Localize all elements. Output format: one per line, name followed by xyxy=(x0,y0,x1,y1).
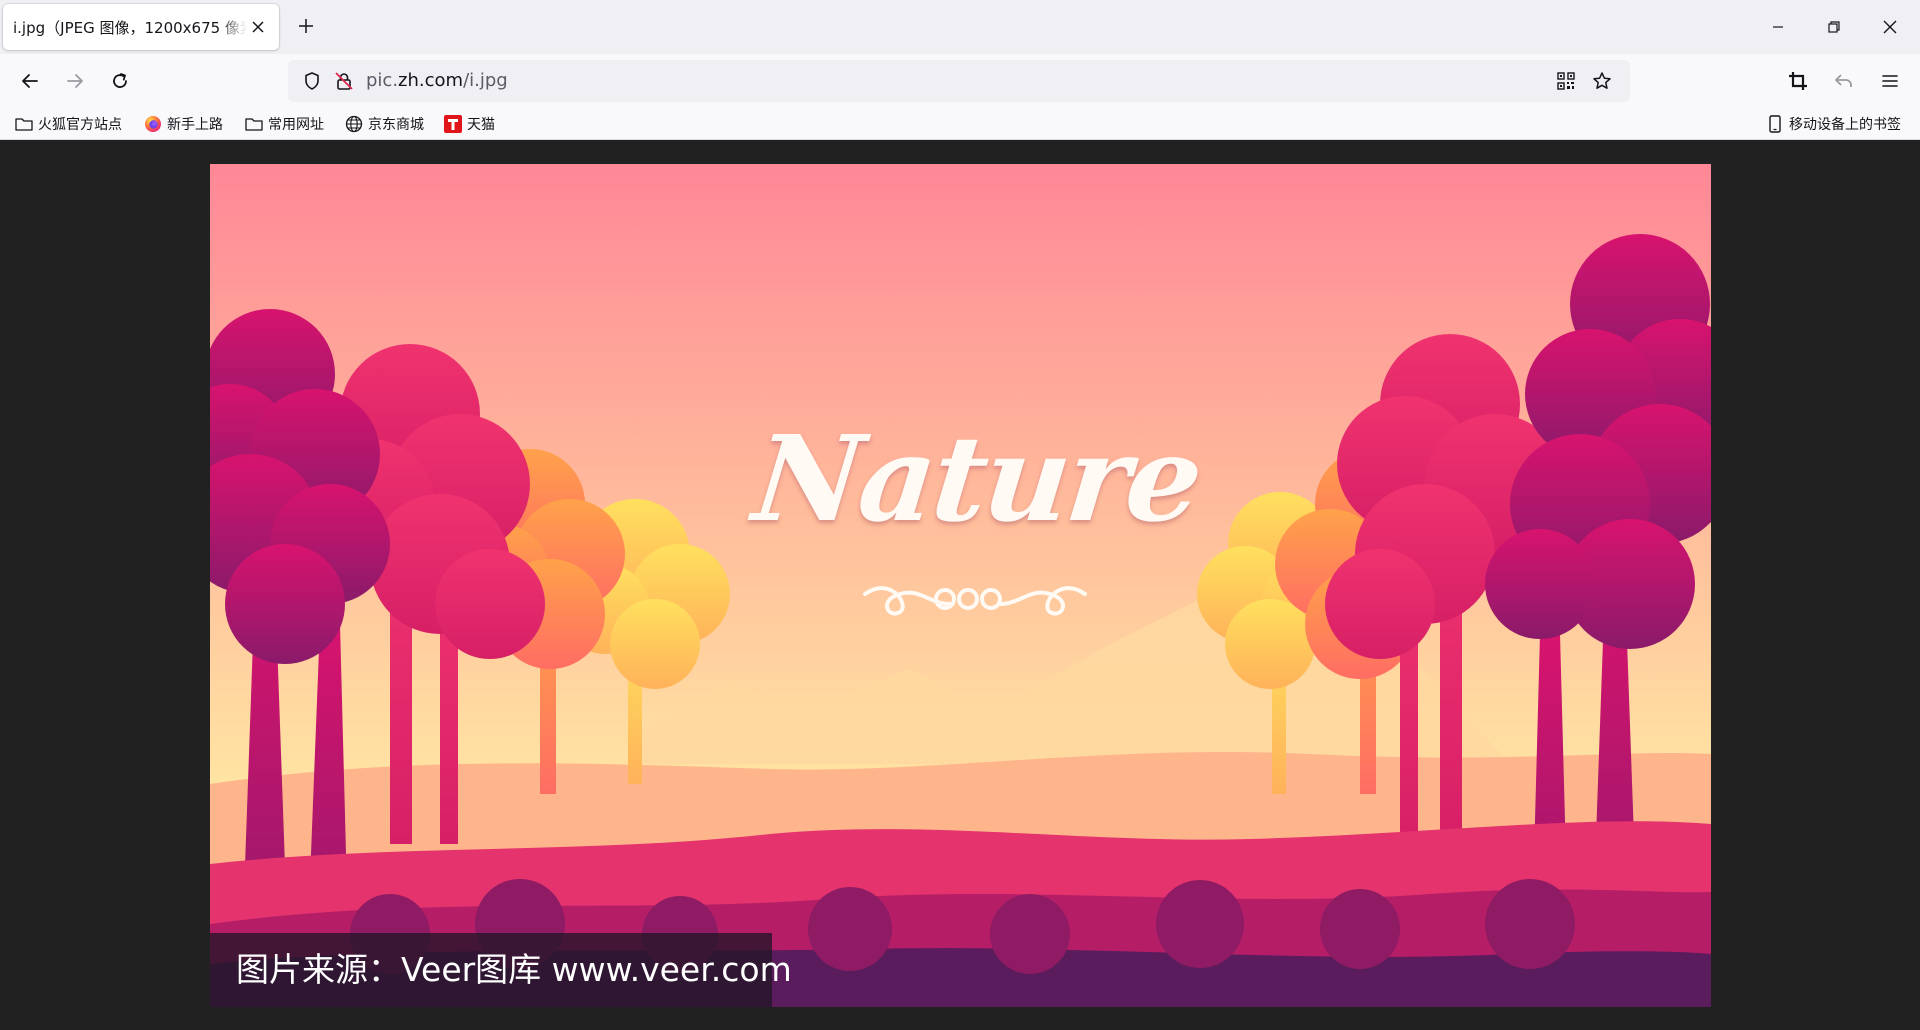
url-text[interactable]: pic.zh.com/i.jpg xyxy=(366,60,508,102)
bookmark-label: 京东商城 xyxy=(368,117,424,133)
tmall-icon xyxy=(444,115,462,133)
bookmark-star-icon[interactable] xyxy=(1586,65,1618,97)
folder-icon xyxy=(245,115,263,133)
forward-button[interactable] xyxy=(57,63,93,99)
navigation-toolbar: pic.zh.com/i.jpg xyxy=(0,54,1920,108)
url-prefix: pic. xyxy=(366,70,399,91)
undo-button[interactable] xyxy=(1826,63,1862,99)
reload-button[interactable] xyxy=(102,63,138,99)
nature-image[interactable]: Nature 图片来源：Veer图库 www.veer.com xyxy=(210,164,1711,1007)
restore-button[interactable] xyxy=(1806,0,1862,54)
folder-icon xyxy=(15,115,33,133)
bookmark-label: 新手上路 xyxy=(167,117,223,133)
mobile-bookmarks-label: 移动设备上的书签 xyxy=(1789,117,1901,133)
globe-icon xyxy=(345,115,363,133)
nature-title-text: Nature xyxy=(747,409,1207,548)
bookmark-item[interactable]: 京东商城 xyxy=(345,111,424,137)
mobile-bookmarks[interactable]: 移动设备上的书签 xyxy=(1766,111,1901,137)
nature-illustration xyxy=(210,164,1711,1007)
tab-close-icon[interactable] xyxy=(247,16,269,38)
back-button[interactable] xyxy=(12,63,48,99)
minimize-button[interactable] xyxy=(1750,0,1806,54)
menu-hamburger-icon[interactable] xyxy=(1872,63,1908,99)
screenshot-crop-button[interactable] xyxy=(1780,63,1816,99)
bookmarks-toolbar: 火狐官方站点 新手上路 常用网址 京东商城 天猫 移动设备上的书签 xyxy=(0,108,1920,140)
bookmark-label: 天猫 xyxy=(467,117,495,133)
url-path: /i.jpg xyxy=(463,70,508,91)
bookmark-item[interactable]: 常用网址 xyxy=(245,111,324,137)
shield-icon[interactable] xyxy=(296,65,328,97)
bookmark-label: 常用网址 xyxy=(268,117,324,133)
bookmark-item[interactable]: 火狐官方站点 xyxy=(15,111,122,137)
tab-strip: i.jpg（JPEG 图像，1200x675 像素） xyxy=(0,0,1920,54)
url-host: zh.com xyxy=(398,70,464,91)
url-bar[interactable]: pic.zh.com/i.jpg xyxy=(288,60,1630,102)
image-viewer: Nature 图片来源：Veer图库 www.veer.com xyxy=(0,141,1920,1030)
close-window-button[interactable] xyxy=(1862,0,1918,54)
bookmark-item[interactable]: 新手上路 xyxy=(144,111,223,137)
firefox-icon xyxy=(144,115,162,133)
bookmark-item[interactable]: 天猫 xyxy=(444,111,495,137)
mobile-device-icon xyxy=(1766,115,1784,133)
active-tab[interactable]: i.jpg（JPEG 图像，1200x675 像素） xyxy=(3,4,279,50)
image-watermark: 图片来源：Veer图库 www.veer.com xyxy=(210,933,792,1007)
insecure-lock-icon[interactable] xyxy=(328,65,360,97)
qr-code-icon[interactable] xyxy=(1550,65,1582,97)
tab-title: i.jpg（JPEG 图像，1200x675 像素） xyxy=(13,18,247,37)
bookmark-label: 火狐官方站点 xyxy=(38,117,122,133)
new-tab-button[interactable] xyxy=(290,10,322,42)
